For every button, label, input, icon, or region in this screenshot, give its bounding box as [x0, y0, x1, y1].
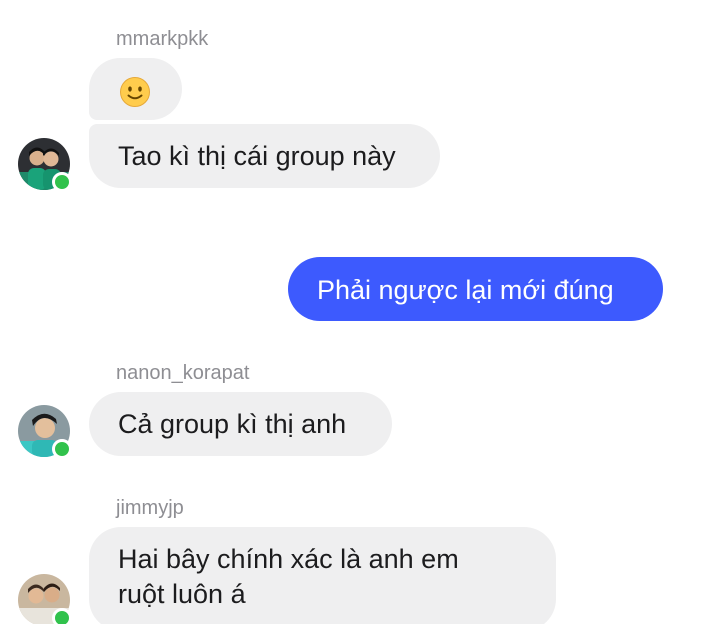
chat-thread: mmarkpkk Tao kì thị cái group này Phải n…	[0, 0, 706, 624]
sender-name: jimmyjp	[116, 497, 184, 519]
avatar[interactable]	[18, 405, 72, 459]
message-text: Tao kì thị cái group này	[118, 141, 396, 171]
message-bubble[interactable]: Cả group kì thị anh	[89, 392, 392, 456]
outgoing-message-bubble[interactable]: Phải ngược lại mới đúng	[288, 257, 663, 321]
sender-name: nanon_korapat	[116, 362, 250, 384]
message-bubble[interactable]: Tao kì thị cái group này	[89, 124, 440, 188]
message-bubble[interactable]: Hai bây chính xác là anh em ruột luôn á	[89, 527, 556, 624]
sender-name: mmarkpkk	[116, 28, 209, 50]
online-status-dot	[52, 439, 72, 459]
message-text-line: ruột luôn á	[118, 579, 246, 609]
online-status-dot	[52, 608, 72, 624]
avatar[interactable]	[18, 574, 72, 624]
message-text: Cả group kì thị anh	[118, 409, 347, 439]
avatar[interactable]	[18, 138, 72, 192]
message-text: Phải ngược lại mới đúng	[317, 275, 614, 305]
message-bubble-emoji[interactable]	[89, 58, 182, 120]
slightly-smiling-face-icon	[119, 76, 151, 108]
message-text-line: Hai bây chính xác là anh em	[118, 544, 459, 574]
online-status-dot	[52, 172, 72, 192]
